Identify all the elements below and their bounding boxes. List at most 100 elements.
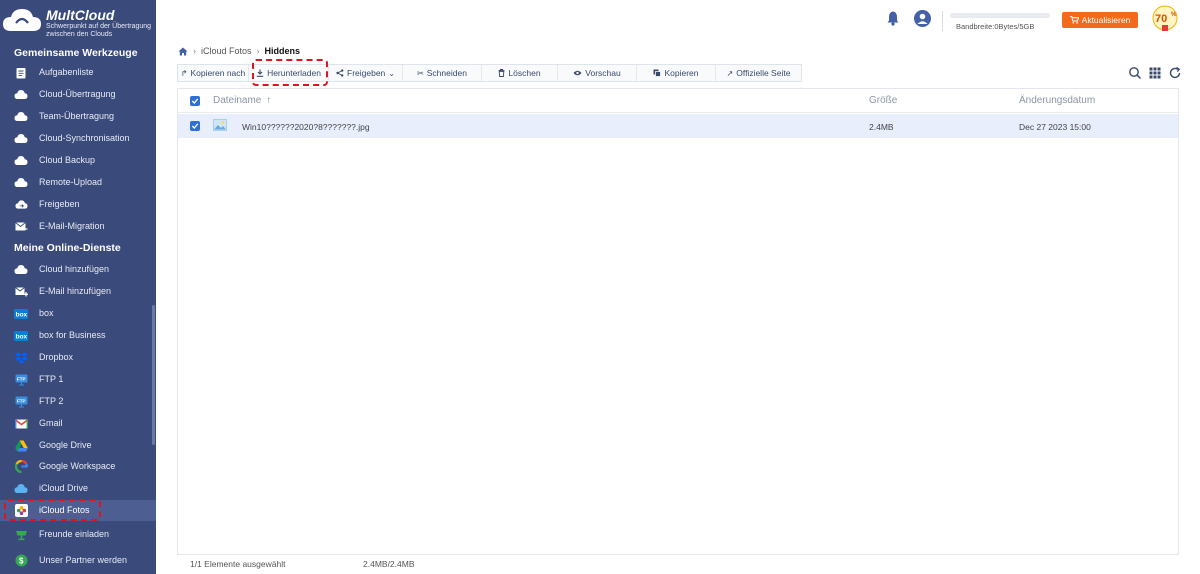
user-avatar[interactable] — [914, 10, 931, 27]
copy-to-button[interactable]: ↱ Kopieren nach — [178, 65, 249, 81]
sidebar-item-label: box for Business — [39, 330, 106, 340]
column-header-date[interactable]: Änderungsdatum — [1019, 95, 1095, 106]
file-table: Dateiname ↑ Größe Änderungsdatum Win10??… — [177, 88, 1179, 555]
sidebar-item-gmail[interactable]: Gmail — [0, 413, 156, 434]
column-header-name[interactable]: Dateiname ↑ — [213, 95, 271, 106]
refresh-icon[interactable] — [1168, 66, 1182, 80]
discount-promo-icon[interactable]: 70 % — [1149, 4, 1181, 32]
remote-upload-icon — [14, 176, 28, 189]
image-file-icon — [213, 119, 227, 131]
sidebar-item-label: iCloud Drive — [39, 483, 89, 493]
upgrade-button[interactable]: Aktualisieren — [1062, 12, 1138, 28]
sidebar-item-label: Freunde einladen — [39, 529, 110, 539]
sidebar-item-label: Dropbox — [39, 352, 74, 362]
sidebar-scrollbar[interactable] — [152, 305, 155, 445]
bandwidth-bar — [950, 13, 1050, 18]
sidebar-item-ftp-2[interactable]: FTP FTP 2 — [0, 391, 156, 412]
delete-button[interactable]: Löschen — [482, 65, 558, 81]
sidebar-item-label: Cloud-Übertragung — [39, 89, 116, 99]
sidebar-item-box[interactable]: box box — [0, 303, 156, 324]
header-divider — [942, 11, 943, 31]
sidebar-item-google-workspace[interactable]: Google Workspace — [0, 456, 156, 477]
grid-view-icon[interactable] — [1148, 66, 1162, 80]
sidebar-item-ftp-1[interactable]: FTP FTP 1 — [0, 369, 156, 390]
eye-icon — [573, 70, 582, 76]
sidebar-item-remote-upload[interactable]: Remote-Upload — [0, 172, 156, 193]
bell-icon[interactable] — [885, 10, 901, 26]
sidebar-item-google-drive[interactable]: Google Drive — [0, 435, 156, 456]
sidebar-item-label: FTP 1 — [39, 374, 64, 384]
file-size: 2.4MB — [869, 122, 894, 132]
sidebar-item-team-übertragung[interactable]: Team-Übertragung — [0, 106, 156, 127]
file-name[interactable]: Win10??????2020?8???????.jpg — [242, 122, 370, 132]
sidebar-item-label: Aufgabenliste — [39, 67, 94, 77]
trash-icon — [498, 69, 505, 77]
sidebar-item-box-for-business[interactable]: box box for Business — [0, 325, 156, 346]
selection-size: 2.4MB/2.4MB — [363, 559, 415, 569]
sidebar-item-label: Remote-Upload — [39, 177, 103, 187]
sidebar-item-e-mail-hinzufügen[interactable]: E-Mail hinzufügen — [0, 281, 156, 302]
highlight-icloud-fotos — [4, 499, 101, 521]
chevron-right-icon: › — [193, 46, 196, 56]
invite-friends-icon — [14, 528, 28, 541]
copy-button[interactable]: Kopieren — [637, 65, 716, 81]
cart-icon — [1069, 16, 1079, 24]
section-common-tools: Gemeinsame Werkzeuge — [14, 47, 138, 59]
google-workspace-icon — [14, 460, 28, 473]
share-icon — [14, 198, 28, 211]
table-row[interactable]: Win10??????2020?8???????.jpg 2.4MB Dec 2… — [178, 114, 1178, 138]
sidebar-item-label: Freigeben — [39, 199, 80, 209]
sidebar-item-freunde-einladen[interactable]: Freunde einladen — [0, 524, 156, 545]
sidebar-item-e-mail-migration[interactable]: E-Mail-Migration — [0, 216, 156, 237]
logo[interactable]: MultCloud Schwerpunkt auf der Übertragun… — [2, 3, 152, 43]
multcloud-logo-icon — [3, 9, 41, 31]
sidebar-item-label: Cloud-Synchronisation — [39, 133, 130, 143]
sidebar-item-label: E-Mail-Migration — [39, 221, 105, 231]
dropbox-icon — [14, 351, 28, 364]
highlight-download — [252, 59, 328, 86]
sidebar-item-label: Cloud Backup — [39, 155, 96, 165]
sidebar-item-dropbox[interactable]: Dropbox — [0, 347, 156, 368]
add-cloud-icon — [14, 263, 28, 276]
cut-button[interactable]: ✂ Schneiden — [403, 65, 482, 81]
sidebar-item-label: E-Mail hinzufügen — [39, 286, 112, 296]
home-icon[interactable] — [178, 47, 188, 56]
bandwidth-text: Bandbreite:0Bytes/5GB — [956, 22, 1035, 31]
share-button[interactable]: Freigeben ⌄ — [329, 65, 403, 81]
svg-text:box: box — [16, 333, 28, 340]
sidebar-item-label: Gmail — [39, 418, 63, 428]
sidebar-item-cloud-hinzufügen[interactable]: Cloud hinzufügen — [0, 259, 156, 280]
sidebar-item-freigeben[interactable]: Freigeben — [0, 194, 156, 215]
brand-name: MultCloud — [46, 7, 115, 23]
breadcrumb-parent[interactable]: iCloud Fotos — [201, 46, 252, 56]
table-header: Dateiname ↑ Größe Änderungsdatum — [178, 89, 1178, 113]
promo-value: 70 — [1155, 13, 1167, 25]
team-transfer-icon — [14, 110, 28, 123]
gmail-icon — [14, 417, 28, 430]
sidebar-item-label: Google Drive — [39, 440, 92, 450]
select-all-checkbox[interactable] — [190, 96, 200, 106]
share-icon — [336, 69, 344, 77]
sidebar-item-cloud-synchronisation[interactable]: Cloud-Synchronisation — [0, 128, 156, 149]
cloud-transfer-icon — [14, 88, 28, 101]
column-header-size[interactable]: Größe — [869, 95, 897, 106]
sidebar: MultCloud Schwerpunkt auf der Übertragun… — [0, 0, 156, 574]
sidebar-item-label: FTP 2 — [39, 396, 64, 406]
sidebar-item-aufgabenliste[interactable]: Aufgabenliste — [0, 62, 156, 83]
sidebar-item-cloud-backup[interactable]: Cloud Backup — [0, 150, 156, 171]
user-icon — [917, 13, 928, 24]
sidebar-item-unser-partner-werden[interactable]: $ Unser Partner werden — [0, 550, 156, 571]
sidebar-item-cloud-übertragung[interactable]: Cloud-Übertragung — [0, 84, 156, 105]
sidebar-item-icloud-drive[interactable]: iCloud Drive — [0, 478, 156, 499]
search-icon[interactable] — [1128, 66, 1142, 80]
copy-icon — [653, 69, 662, 77]
forward-arrow-icon: ↱ — [180, 68, 188, 78]
row-checkbox[interactable] — [190, 121, 200, 131]
official-page-button[interactable]: ↗ Offizielle Seite — [716, 65, 801, 81]
ftp-icon: FTP — [14, 395, 28, 408]
preview-button[interactable]: Vorschau — [558, 65, 637, 81]
chevron-down-icon: ⌄ — [388, 68, 395, 78]
sort-ascending-icon: ↑ — [266, 95, 272, 106]
google-drive-icon — [14, 439, 28, 452]
checkmark-icon — [191, 123, 199, 129]
